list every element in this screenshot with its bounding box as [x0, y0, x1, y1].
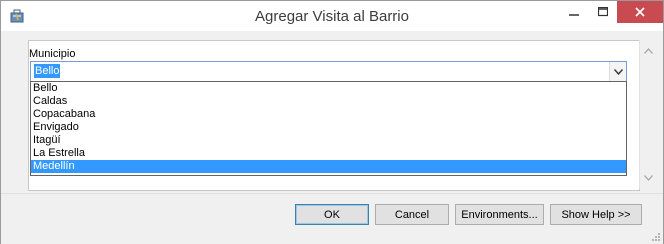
list-item[interactable]: Envigado — [31, 121, 626, 134]
municipio-dropdown-list[interactable]: Bello Caldas Copacabana Envigado Itagüí … — [30, 81, 627, 176]
chevron-down-icon — [613, 68, 623, 75]
scroll-down-button[interactable] — [640, 171, 657, 185]
list-item-highlighted[interactable]: Medellín — [31, 160, 626, 173]
list-item[interactable]: Bello — [31, 82, 626, 95]
scroll-up-button[interactable] — [640, 44, 657, 58]
close-button[interactable] — [617, 1, 663, 23]
button-bar: OK Cancel Environments... Show Help >> — [1, 193, 663, 244]
environments-button[interactable]: Environments... — [455, 204, 544, 225]
minimize-button[interactable] — [558, 1, 589, 23]
maximize-button[interactable] — [587, 1, 618, 23]
minimize-icon — [568, 14, 579, 16]
municipio-selected-value[interactable]: Bello — [34, 64, 61, 78]
resize-grip-icon[interactable] — [651, 232, 661, 242]
ok-button[interactable]: OK — [295, 204, 369, 225]
cancel-button[interactable]: Cancel — [375, 204, 449, 225]
chevron-up-icon — [644, 48, 653, 54]
municipio-combobox[interactable]: Bello — [30, 61, 627, 82]
dropdown-button[interactable] — [609, 62, 626, 81]
municipio-label: Municipio — [29, 48, 76, 60]
maximize-icon — [597, 7, 608, 17]
list-item[interactable]: Caldas — [31, 95, 626, 108]
vertical-scrollbar[interactable] — [639, 40, 657, 189]
chevron-down-icon — [644, 175, 653, 181]
list-item[interactable]: Copacabana — [31, 108, 626, 121]
show-help-button[interactable]: Show Help >> — [550, 204, 642, 225]
close-icon — [635, 7, 645, 17]
dialog-window: Agregar Visita al Barrio Municipio Bello — [0, 0, 664, 244]
title-bar[interactable]: Agregar Visita al Barrio — [1, 1, 663, 31]
list-item[interactable]: La Estrella — [31, 147, 626, 160]
list-item[interactable]: Itagüí — [31, 134, 626, 147]
